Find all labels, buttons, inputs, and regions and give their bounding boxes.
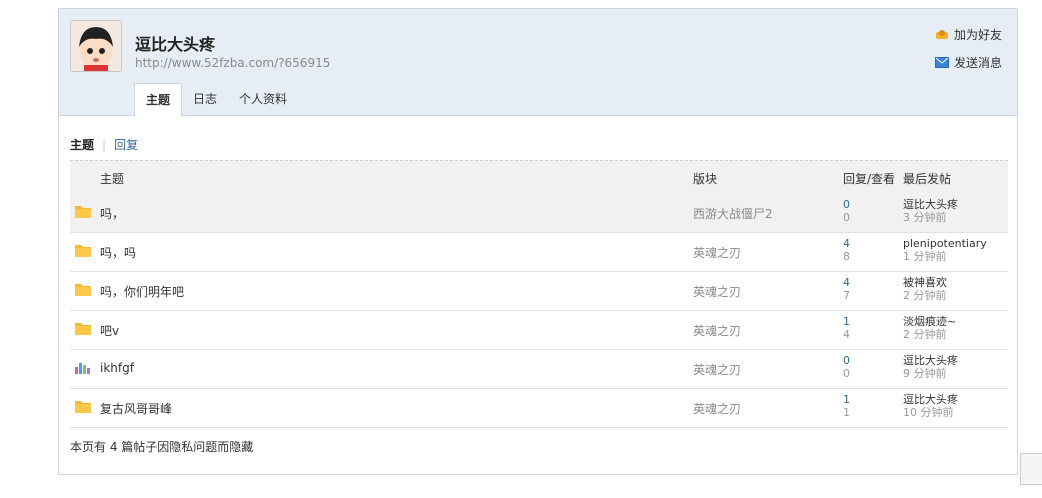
last-post-time[interactable]: 3 分钟前 [903,211,958,224]
username: 逗比大头疼 [135,35,216,54]
last-post-time[interactable]: 2 分钟前 [903,289,947,302]
last-post: 逗比大头疼 9 分钟前 [903,354,958,380]
topic-subject-link[interactable]: ikhfgf [100,361,134,375]
header-last-post: 最后发帖 [903,172,952,186]
last-post-user[interactable]: 逗比大头疼 [903,198,958,211]
topic-subject-link[interactable]: 吧v [100,322,119,339]
last-post-user[interactable]: 被神喜欢 [903,276,947,289]
tab-topics[interactable]: 主题 [134,83,183,117]
table-row: 复古风哥哥峰 英魂之刃 1 1 逗比大头疼 10 分钟前 [70,389,1008,428]
folder-icon [74,281,92,300]
last-post-user[interactable]: 逗比大头疼 [903,354,958,367]
last-post: 淡烟痕迹~ 2 分钟前 [903,315,956,341]
profile-url[interactable]: http://www.52fzba.com/?656915 [135,56,330,70]
last-post: plenipotentiary 1 分钟前 [903,237,987,263]
poll-icon [74,359,92,378]
view-count: 4 [843,328,850,341]
view-count: 8 [843,250,850,263]
topic-forum-link[interactable]: 英魂之刃 [693,244,741,261]
tab-profile[interactable]: 个人资料 [228,83,298,115]
send-message-button[interactable]: 发送消息 [935,54,1002,71]
header-subject: 主题 [100,172,125,186]
table-row: 吗，你们明年吧 英魂之刃 4 7 被神喜欢 2 分钟前 [70,272,1008,311]
reply-count: 4 [843,276,850,289]
profile-tabs: 主题 日志 个人资料 [134,83,298,117]
header-forum: 版块 [693,172,718,186]
reply-count: 4 [843,237,850,250]
envelope-icon [935,57,949,68]
topic-subject-link[interactable]: 复古风哥哥峰 [100,400,172,417]
reply-count: 0 [843,354,850,367]
table-row: 吗，吗 英魂之刃 4 8 plenipotentiary 1 分钟前 [70,233,1008,272]
topic-counts: 1 1 [843,393,850,419]
last-post: 逗比大头疼 10 分钟前 [903,393,958,419]
topic-counts: 0 0 [843,198,850,224]
folder-icon [74,203,92,222]
last-post-time[interactable]: 1 分钟前 [903,250,987,263]
last-post: 逗比大头疼 3 分钟前 [903,198,958,224]
table-row: 吗， 西游大战僵尸2 0 0 逗比大头疼 3 分钟前 [70,194,1008,233]
folder-icon [74,320,92,339]
view-count: 7 [843,289,850,302]
avatar-icon [71,21,121,71]
last-post-user[interactable]: 逗比大头疼 [903,393,958,406]
last-post-time[interactable]: 9 分钟前 [903,367,958,380]
topic-forum-link[interactable]: 英魂之刃 [693,361,741,378]
topic-subject-link[interactable]: 吗，你们明年吧 [100,283,184,300]
view-count: 0 [843,367,850,380]
topic-forum-link[interactable]: 英魂之刃 [693,322,741,339]
last-post-user[interactable]: plenipotentiary [903,237,987,250]
last-post-time[interactable]: 2 分钟前 [903,328,956,341]
topic-forum-link[interactable]: 英魂之刃 [693,400,741,417]
table-header: 主题 版块 回复/查看 最后发帖 [70,160,1008,195]
scroll-to-top-button[interactable] [1020,453,1042,485]
last-post-time[interactable]: 10 分钟前 [903,406,958,419]
view-count: 0 [843,211,850,224]
topic-counts: 4 7 [843,276,850,302]
sub-tabs: 主题 | 回复 [70,136,138,153]
reply-count: 1 [843,393,850,406]
last-post-user[interactable]: 淡烟痕迹~ [903,315,956,328]
topic-counts: 0 0 [843,354,850,380]
topic-subject-link[interactable]: 吗，吗 [100,244,136,261]
view-count: 1 [843,406,850,419]
topic-counts: 4 8 [843,237,850,263]
subtab-divider: | [102,137,107,152]
table-row: ikhfgf 英魂之刃 0 0 逗比大头疼 9 分钟前 [70,350,1008,389]
folder-icon [74,398,92,417]
topic-forum-link[interactable]: 西游大战僵尸2 [693,205,773,222]
subtab-topics[interactable]: 主题 [70,136,94,153]
profile-header: 逗比大头疼 http://www.52fzba.com/?656915 加为好友… [59,9,1017,117]
header-counts: 回复/查看 [843,172,896,186]
table-row: 吧v 英魂之刃 1 4 淡烟痕迹~ 2 分钟前 [70,311,1008,350]
send-message-label: 发送消息 [954,56,1003,70]
topic-list: 吗， 西游大战僵尸2 0 0 逗比大头疼 3 分钟前 吗，吗 英魂之刃 4 8 … [70,194,1008,428]
user-avatar[interactable] [70,20,122,72]
last-post: 被神喜欢 2 分钟前 [903,276,947,302]
profile-card: 逗比大头疼 http://www.52fzba.com/?656915 加为好友… [58,8,1018,475]
add-friend-icon [936,29,948,39]
topic-subject-link[interactable]: 吗， [100,205,124,222]
add-friend-label: 加为好友 [954,28,1003,42]
subtab-replies[interactable]: 回复 [114,136,138,153]
topic-forum-link[interactable]: 英魂之刃 [693,283,741,300]
tab-blog[interactable]: 日志 [182,83,228,115]
hidden-posts-note: 本页有 4 篇帖子因隐私问题而隐藏 [70,440,254,454]
reply-count: 1 [843,315,850,328]
reply-count: 0 [843,198,850,211]
topic-counts: 1 4 [843,315,850,341]
add-friend-button[interactable]: 加为好友 [935,26,1002,43]
folder-icon [74,242,92,261]
